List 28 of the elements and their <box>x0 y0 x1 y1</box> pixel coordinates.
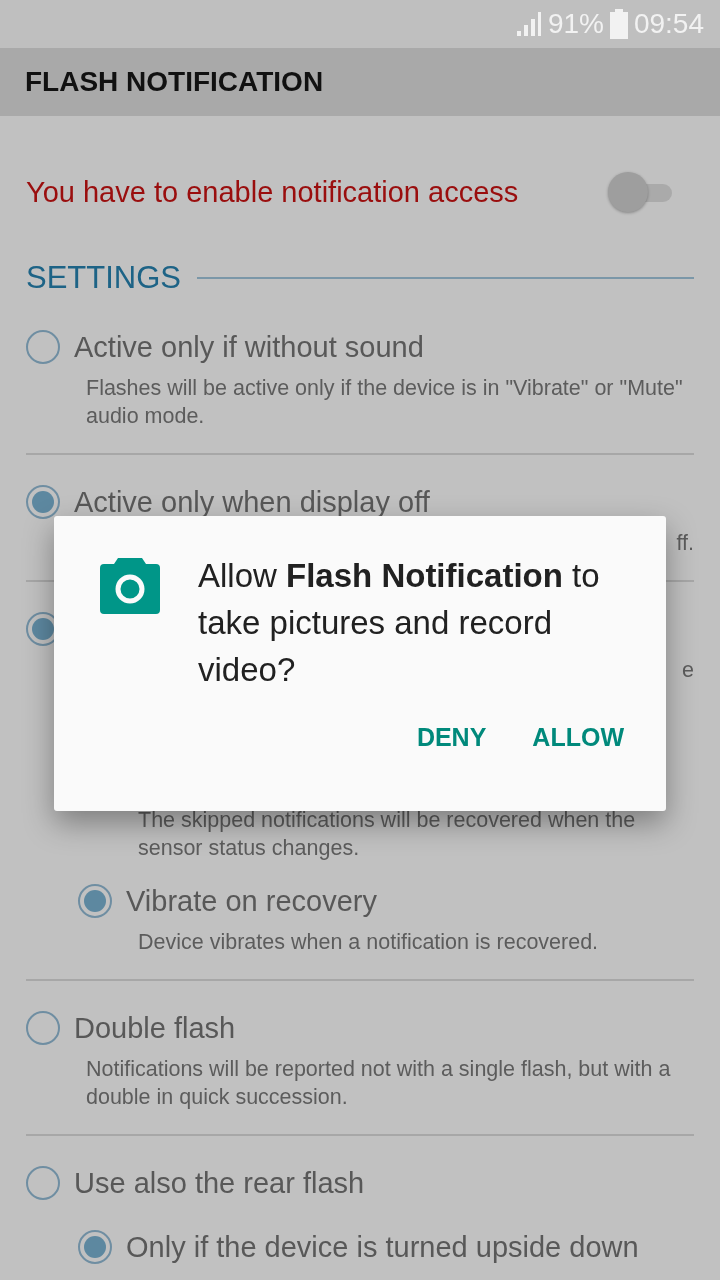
option-title: Vibrate on recovery <box>126 884 377 918</box>
option-description: e <box>682 658 694 682</box>
dialog-button[interactable]: DENY <box>404 717 499 758</box>
signal-icon <box>515 11 542 37</box>
radio-button[interactable] <box>26 1166 60 1200</box>
radio-button[interactable] <box>78 1230 112 1264</box>
radio-button[interactable] <box>78 884 112 918</box>
option-title: Active only if without sound <box>74 330 424 364</box>
battery-icon <box>609 9 628 39</box>
dialog-button[interactable]: ALLOW <box>520 717 636 758</box>
permission-message: Allow Flash Notification to take pictures and record video? <box>198 556 601 690</box>
option-title: Active only when display off <box>74 485 430 519</box>
access-switch[interactable] <box>608 172 672 212</box>
app-title: FLASH NOTIFICATION <box>25 66 324 98</box>
radio-button[interactable] <box>26 485 60 519</box>
radio-button[interactable] <box>26 1011 60 1045</box>
option-title: Only if the device is turned upside down <box>126 1230 639 1264</box>
option-description: ff. <box>676 531 694 555</box>
section-title: SETTINGS <box>26 260 181 296</box>
option-description: Notifications will be reported not with a single flash, but with a double in quick succession. <box>86 1057 671 1109</box>
option-description: Flashes will be active only if the device is in "Vibrate" or "Mute" audio mode. <box>86 376 683 428</box>
option-title: Double flash <box>74 1011 236 1045</box>
option-description: Device vibrates when a notification is recovered. <box>138 930 599 954</box>
camera-icon <box>100 558 160 614</box>
option-description: The skipped notifications will be recovered when the sensor status changes. <box>138 808 636 860</box>
access-warning: You have to enable notification access <box>26 175 519 209</box>
option-title: Use also the rear flash <box>74 1166 365 1200</box>
radio-button[interactable] <box>26 330 60 364</box>
